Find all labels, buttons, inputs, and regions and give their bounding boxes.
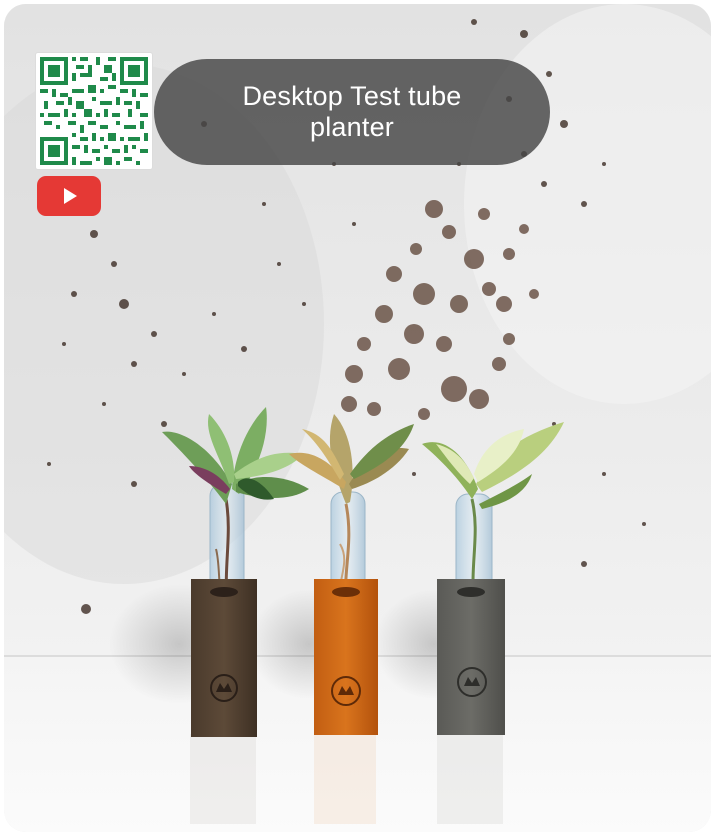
title-overlay: Desktop Test tube planter <box>154 59 550 165</box>
youtube-play-button[interactable] <box>37 176 101 216</box>
youtube-play-icon <box>64 188 77 204</box>
qr-code-pattern <box>40 57 148 165</box>
qr-code-icon[interactable] <box>36 53 152 169</box>
product-card: Desktop Test tube planter <box>4 4 711 832</box>
product-title: Desktop Test tube planter <box>242 81 462 142</box>
